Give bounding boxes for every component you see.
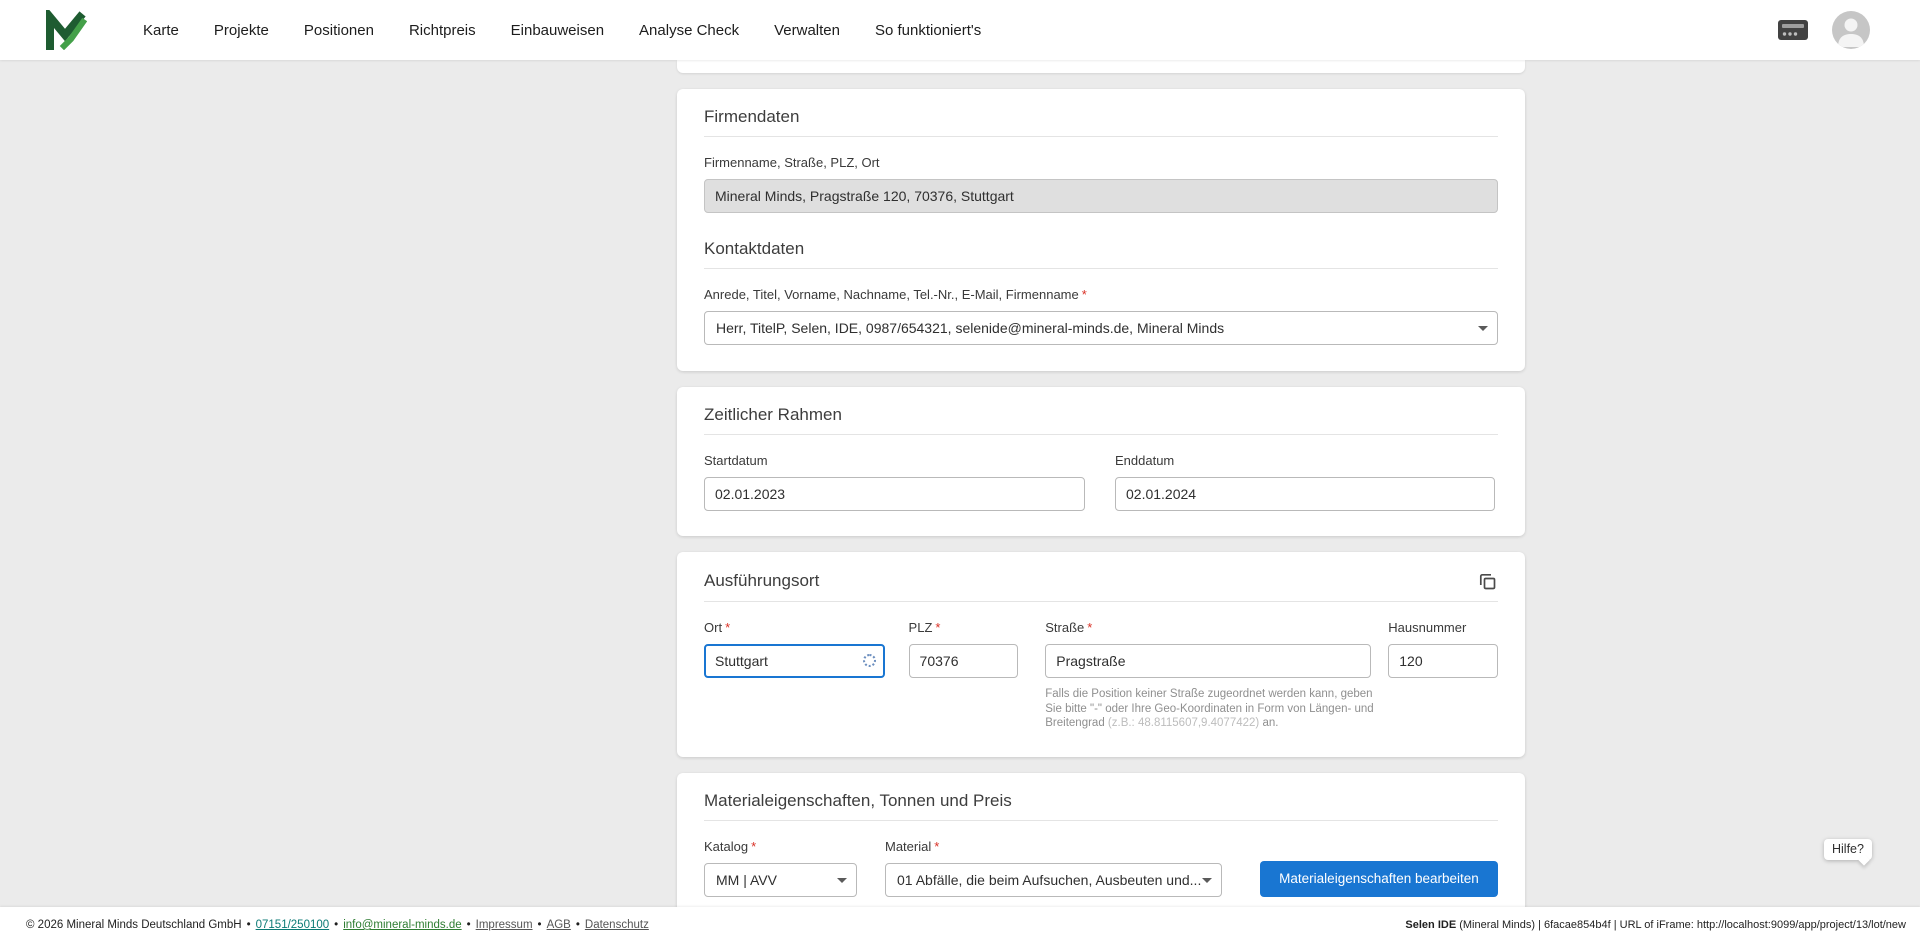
loading-spinner-icon bbox=[862, 654, 876, 667]
material-select-value: 01 Abfälle, die beim Aufsuchen, Ausbeute… bbox=[897, 871, 1202, 888]
help-button[interactable]: Hilfe? bbox=[1824, 839, 1872, 866]
katalog-label: Katalog * bbox=[704, 839, 857, 855]
katalog-select-value: MM | AVV bbox=[716, 871, 777, 888]
hausnummer-input[interactable] bbox=[1388, 644, 1498, 678]
firmenname-label: Firmenname, Straße, PLZ, Ort bbox=[704, 155, 880, 170]
footer-agb-link[interactable]: AGB bbox=[547, 919, 571, 931]
strasse-hint-tail: an. bbox=[1259, 717, 1279, 729]
nav-item-karte[interactable]: Karte bbox=[143, 22, 179, 39]
nav-right-icons bbox=[1776, 11, 1870, 49]
strasse-input[interactable] bbox=[1045, 644, 1372, 678]
top-nav: Karte Projekte Positionen Richtpreis Ein… bbox=[0, 0, 1920, 60]
required-asterisk: * bbox=[751, 838, 757, 854]
strasse-hint: Falls die Position keiner Straße zugeord… bbox=[1045, 687, 1375, 731]
help-label: Hilfe? bbox=[1832, 842, 1864, 856]
nav-item-analyse-check[interactable]: Analyse Check bbox=[639, 22, 739, 39]
footer-left: © 2026 Mineral Minds Deutschland GmbH • 07… bbox=[26, 919, 649, 931]
startdatum-input[interactable] bbox=[704, 477, 1085, 511]
nav-item-so-funktionierts[interactable]: So funktioniert's bbox=[875, 22, 981, 39]
plz-input[interactable] bbox=[908, 644, 1019, 678]
nav-item-positionen[interactable]: Positionen bbox=[304, 22, 374, 39]
footer-phone-link[interactable]: 07151/250100 bbox=[256, 919, 330, 931]
kontaktdaten-title: Kontaktdaten bbox=[704, 239, 805, 258]
card-zeitlicher-rahmen: Zeitlicher Rahmen Startdatum Enddatum bbox=[677, 387, 1525, 536]
footer-copyright: © 2026 Mineral Minds Deutschland GmbH bbox=[26, 919, 242, 931]
material-label: Material * bbox=[885, 839, 1222, 855]
material-select[interactable]: 01 Abfälle, die beim Aufsuchen, Ausbeute… bbox=[885, 862, 1222, 897]
enddatum-label: Enddatum bbox=[1115, 453, 1175, 468]
material-title: Materialeigenschaften, Tonnen und Preis bbox=[704, 790, 1012, 810]
nav-item-einbauweisen[interactable]: Einbauweisen bbox=[511, 22, 604, 39]
page-content: Firmendaten Firmenname, Straße, PLZ, Ort… bbox=[0, 60, 1920, 907]
kontakt-select[interactable]: Herr, TitelP, Selen, IDE, 0987/654321, s… bbox=[704, 311, 1498, 345]
materialeigenschaften-bearbeiten-button[interactable]: Materialeigenschaften bearbeiten bbox=[1260, 860, 1498, 897]
hausnummer-label: Hausnummer bbox=[1388, 620, 1467, 635]
strasse-hint-example: (z.B.: 48.8115607,9.4077422) bbox=[1107, 717, 1260, 729]
katalog-label-text: Katalog bbox=[704, 838, 749, 854]
required-asterisk: * bbox=[1087, 620, 1093, 635]
nav-item-richtpreis[interactable]: Richtpreis bbox=[409, 22, 476, 39]
required-asterisk: * bbox=[934, 838, 940, 854]
card-partial-top bbox=[677, 60, 1525, 73]
strasse-label: Straße * bbox=[1045, 620, 1371, 636]
nav-item-projekte[interactable]: Projekte bbox=[214, 22, 269, 39]
chevron-down-icon bbox=[1202, 877, 1212, 883]
startdatum-label: Startdatum bbox=[704, 453, 768, 468]
chevron-down-icon bbox=[837, 877, 847, 883]
required-asterisk: * bbox=[1081, 287, 1087, 302]
plz-label-text: PLZ bbox=[908, 620, 933, 635]
copy-icon bbox=[1479, 573, 1495, 589]
firmendaten-title: Firmendaten bbox=[704, 107, 800, 126]
card-materialeigenschaften: Materialeigenschaften, Tonnen und Preis … bbox=[677, 772, 1525, 907]
enddatum-input[interactable] bbox=[1115, 477, 1495, 511]
zeitraum-title: Zeitlicher Rahmen bbox=[704, 405, 842, 424]
ort-input[interactable] bbox=[704, 644, 885, 678]
card-firmendaten: Firmendaten Firmenname, Straße, PLZ, Ort… bbox=[677, 89, 1525, 371]
chevron-down-icon bbox=[1478, 326, 1488, 331]
plz-label: PLZ * bbox=[909, 620, 1019, 636]
divider bbox=[704, 268, 1498, 269]
katalog-select[interactable]: MM | AVV bbox=[704, 862, 857, 897]
card-reader-icon[interactable] bbox=[1776, 17, 1810, 43]
ausfuehrungsort-title: Ausführungsort bbox=[704, 571, 820, 590]
footer-datenschutz-link[interactable]: Datenschutz bbox=[585, 919, 649, 931]
footer-session-details: (Mineral Minds) | 6facae854b4f | URL of … bbox=[1456, 919, 1906, 931]
footer-separator: • bbox=[334, 919, 339, 931]
footer-user: Selen IDE bbox=[1405, 919, 1457, 931]
ort-label: Ort * bbox=[704, 620, 885, 636]
card-ausfuehrungsort: Ausführungsort Ort * Stuttgart PLZ * 703… bbox=[677, 552, 1525, 757]
footer-impressum-link[interactable]: Impressum bbox=[476, 919, 533, 931]
copy-button[interactable] bbox=[1476, 570, 1498, 592]
footer-separator: • bbox=[466, 919, 471, 931]
material-label-text: Material bbox=[885, 838, 932, 854]
footer-separator: • bbox=[575, 919, 580, 931]
footer-email-link[interactable]: info@mineral-minds.de bbox=[343, 919, 461, 931]
strasse-label-text: Straße bbox=[1045, 620, 1085, 635]
nav-item-verwalten[interactable]: Verwalten bbox=[774, 22, 840, 39]
nav-menu: Karte Projekte Positionen Richtpreis Ein… bbox=[143, 22, 981, 39]
kontakt-select-value: Herr, TitelP, Selen, IDE, 0987/654321, s… bbox=[716, 320, 1225, 336]
required-asterisk: * bbox=[725, 620, 731, 635]
user-avatar-icon[interactable] bbox=[1832, 11, 1870, 49]
required-asterisk: * bbox=[935, 620, 941, 635]
firmenname-input[interactable] bbox=[704, 179, 1498, 213]
footer-separator: • bbox=[246, 919, 251, 931]
footer: © 2026 Mineral Minds Deutschland GmbH • 07… bbox=[0, 907, 1920, 943]
kontakt-label-text: Anrede, Titel, Vorname, Nachname, Tel.-N… bbox=[704, 287, 1079, 302]
footer-session-info: Selen IDE (Mineral Minds) | 6facae854b4f… bbox=[1405, 919, 1906, 931]
ort-label-text: Ort bbox=[704, 620, 723, 635]
mineral-minds-logo-icon[interactable] bbox=[45, 10, 87, 50]
kontakt-label: Anrede, Titel, Vorname, Nachname, Tel.-N… bbox=[704, 287, 1498, 303]
footer-separator: • bbox=[537, 919, 542, 931]
divider bbox=[704, 136, 1498, 137]
